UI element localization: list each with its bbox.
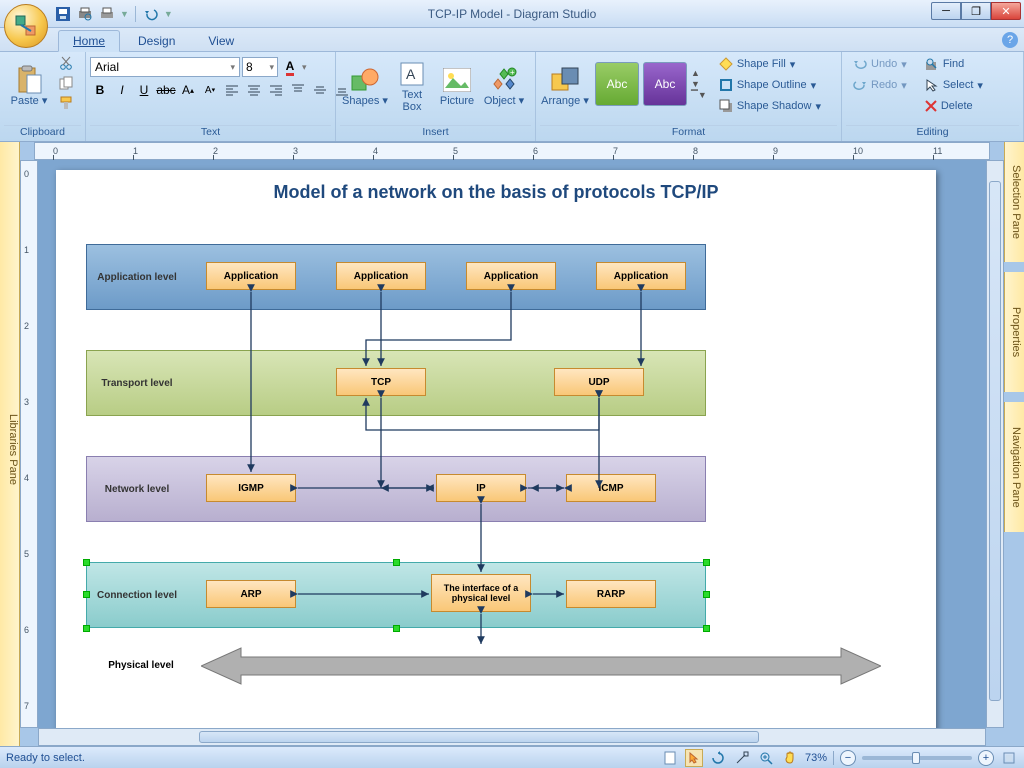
- status-bar: Ready to select. 73% − +: [0, 746, 1024, 768]
- picture-button[interactable]: Picture: [434, 54, 480, 118]
- ribbon-tabs: Home Design View ?: [0, 28, 1024, 52]
- copy-icon[interactable]: [56, 74, 76, 92]
- tab-home[interactable]: Home: [58, 30, 120, 52]
- align-middle-button[interactable]: [310, 80, 330, 100]
- node-interface[interactable]: The interface of a physical level: [431, 574, 531, 612]
- group-editing-label: Editing: [846, 125, 1019, 141]
- align-right-button[interactable]: [266, 80, 286, 100]
- group-text-label: Text: [90, 125, 331, 141]
- layer-physical-label: Physical level: [96, 660, 186, 671]
- svg-text:A: A: [406, 66, 416, 82]
- style-purple[interactable]: Abc: [643, 62, 687, 106]
- diagram-title: Model of a network on the basis of proto…: [56, 182, 936, 203]
- node-app3[interactable]: Application: [466, 262, 556, 290]
- node-arp[interactable]: ARP: [206, 580, 296, 608]
- font-color-button[interactable]: A: [280, 57, 300, 77]
- underline-button[interactable]: U: [134, 80, 154, 100]
- font-name-combo[interactable]: Arial▾: [90, 57, 240, 77]
- select-button[interactable]: Select ▾: [922, 75, 986, 95]
- vertical-scrollbar[interactable]: [986, 160, 1004, 728]
- shapes-button[interactable]: Shapes ▾: [340, 54, 390, 118]
- shape-fill-button[interactable]: Shape Fill ▾: [716, 54, 824, 74]
- title-bar: ▼ ▼ TCP-IP Model - Diagram Studio ─ ❐ ✕: [0, 0, 1024, 28]
- app-orb[interactable]: [4, 4, 48, 48]
- physical-arrow[interactable]: [201, 644, 881, 688]
- zoom-in-button[interactable]: +: [978, 750, 994, 766]
- svg-text:+: +: [510, 68, 515, 77]
- group-clipboard-label: Clipboard: [4, 125, 81, 141]
- node-udp[interactable]: UDP: [554, 368, 644, 396]
- delete-button[interactable]: Delete: [922, 96, 986, 116]
- textbox-button[interactable]: AText Box: [392, 54, 432, 118]
- minimize-button[interactable]: ─: [931, 2, 961, 20]
- object-button[interactable]: +Object ▾: [482, 54, 526, 118]
- undo-button[interactable]: Undo ▾: [850, 54, 910, 74]
- node-igmp[interactable]: IGMP: [206, 474, 296, 502]
- node-rarp[interactable]: RARP: [566, 580, 656, 608]
- canvas[interactable]: Model of a network on the basis of proto…: [38, 160, 986, 728]
- font-size-combo[interactable]: 8▾: [242, 57, 278, 77]
- arrange-button[interactable]: Arrange ▾: [540, 54, 590, 118]
- align-center-button[interactable]: [244, 80, 264, 100]
- workspace: Libraries Pane Selection Pane Properties…: [0, 142, 1024, 746]
- align-top-button[interactable]: [288, 80, 308, 100]
- mode-zoom-icon[interactable]: [757, 749, 775, 767]
- zoom-fit-icon[interactable]: [1000, 749, 1018, 767]
- style-more[interactable]: ▔▼: [691, 90, 707, 101]
- italic-button[interactable]: I: [112, 80, 132, 100]
- strikethrough-button[interactable]: abc: [156, 80, 176, 100]
- window-title: TCP-IP Model - Diagram Studio: [0, 7, 1024, 21]
- format-painter-icon[interactable]: [56, 94, 76, 112]
- shrink-font-button[interactable]: A▾: [200, 80, 220, 100]
- find-button[interactable]: Find: [922, 54, 986, 74]
- style-down[interactable]: ▼: [691, 79, 707, 89]
- zoom-percent[interactable]: 73%: [805, 752, 827, 764]
- status-message: Ready to select.: [6, 752, 85, 764]
- vertical-ruler: 01234567: [20, 160, 38, 728]
- close-button[interactable]: ✕: [991, 2, 1021, 20]
- node-tcp[interactable]: TCP: [336, 368, 426, 396]
- libraries-pane-tab[interactable]: Libraries Pane: [0, 142, 20, 746]
- horizontal-scrollbar[interactable]: [38, 728, 986, 746]
- mode-page-icon[interactable]: [661, 749, 679, 767]
- zoom-slider[interactable]: [862, 756, 972, 760]
- cut-icon[interactable]: [56, 54, 76, 72]
- shape-outline-button[interactable]: Shape Outline ▾: [716, 75, 824, 95]
- align-left-button[interactable]: [222, 80, 242, 100]
- bold-button[interactable]: B: [90, 80, 110, 100]
- selection-pane-tab[interactable]: Selection Pane: [1004, 142, 1024, 262]
- maximize-button[interactable]: ❐: [961, 2, 991, 20]
- mode-connector-icon[interactable]: [733, 749, 751, 767]
- tab-view[interactable]: View: [193, 30, 249, 51]
- navigation-pane-tab[interactable]: Navigation Pane: [1004, 402, 1024, 532]
- group-insert-label: Insert: [340, 125, 531, 141]
- redo-button[interactable]: Redo ▾: [850, 75, 910, 95]
- page[interactable]: Model of a network on the basis of proto…: [56, 170, 936, 728]
- tab-design[interactable]: Design: [123, 30, 190, 51]
- shape-shadow-button[interactable]: Shape Shadow ▾: [716, 96, 824, 116]
- paste-button[interactable]: Paste ▾: [4, 54, 54, 118]
- node-app4[interactable]: Application: [596, 262, 686, 290]
- node-ip[interactable]: IP: [436, 474, 526, 502]
- group-format-label: Format: [540, 125, 837, 141]
- grow-font-button[interactable]: A▴: [178, 80, 198, 100]
- mode-pan-icon[interactable]: [781, 749, 799, 767]
- ribbon: Paste ▾ Clipboard Arial▾ 8▾ A ▾ B I U ab…: [0, 52, 1024, 142]
- node-app1[interactable]: Application: [206, 262, 296, 290]
- zoom-out-button[interactable]: −: [840, 750, 856, 766]
- help-icon[interactable]: ?: [1002, 32, 1018, 48]
- style-up[interactable]: ▲: [691, 68, 707, 78]
- properties-pane-tab[interactable]: Properties: [1004, 272, 1024, 392]
- node-icmp[interactable]: ICMP: [566, 474, 656, 502]
- node-app2[interactable]: Application: [336, 262, 426, 290]
- mode-pointer-icon[interactable]: [685, 749, 703, 767]
- style-green[interactable]: Abc: [595, 62, 639, 106]
- mode-rotate-icon[interactable]: [709, 749, 727, 767]
- horizontal-ruler: 01234567891011: [34, 142, 990, 160]
